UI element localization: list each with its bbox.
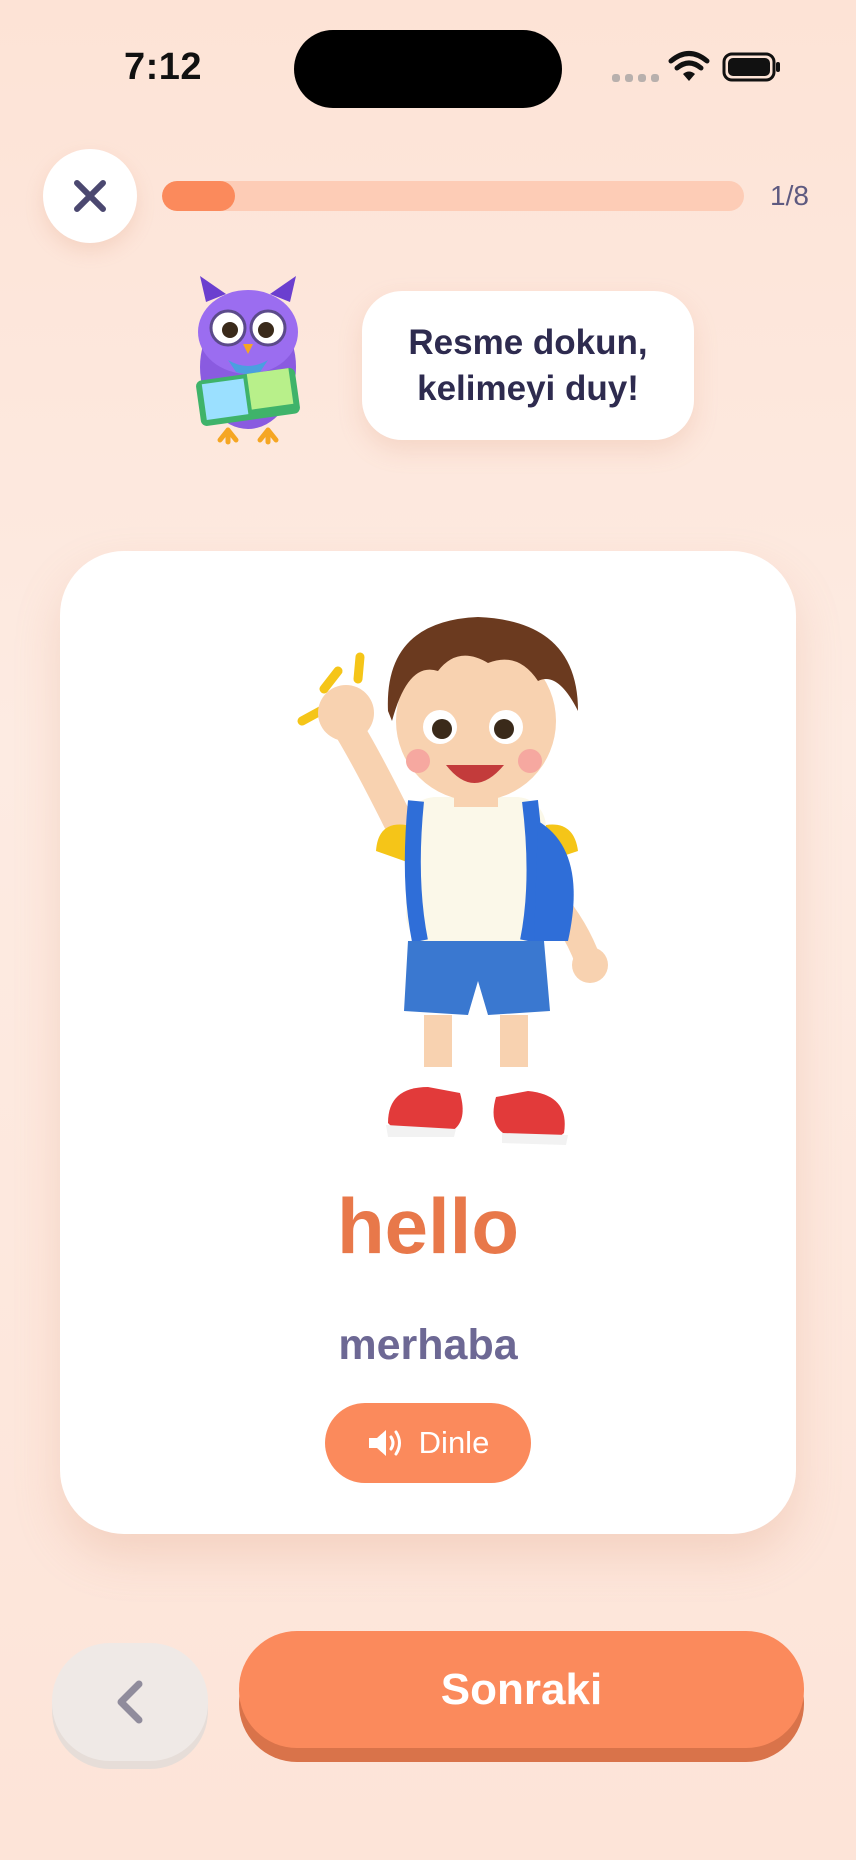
owl-mascot-icon xyxy=(196,276,300,445)
progress-bar xyxy=(162,181,744,211)
listen-button[interactable]: Dinle xyxy=(325,1403,531,1483)
progress-fill xyxy=(162,181,235,211)
signal-icon xyxy=(612,74,659,82)
speaker-icon xyxy=(368,1430,401,1456)
status-bar: 7:12 xyxy=(0,0,856,140)
back-button[interactable] xyxy=(52,1643,208,1761)
dynamic-island xyxy=(294,30,562,108)
next-button[interactable]: Sonraki xyxy=(239,1631,804,1748)
chevron-left-icon xyxy=(117,1680,143,1724)
waving-boy-image[interactable] xyxy=(288,601,648,1161)
word-text: hello xyxy=(336,1182,519,1270)
progress-counter: 1/8 xyxy=(770,180,809,211)
speech-bubble: Resme dokun, kelimeyi duy! xyxy=(362,291,694,440)
listen-label: Dinle xyxy=(418,1425,490,1460)
battery-icon xyxy=(722,52,780,82)
close-icon xyxy=(74,180,106,212)
wifi-icon xyxy=(668,51,710,81)
flashcard: hello merhaba Dinle xyxy=(60,551,796,1534)
translation-text: merhaba xyxy=(338,1321,518,1369)
status-time: 7:12 xyxy=(124,46,203,88)
close-button[interactable] xyxy=(43,149,137,243)
